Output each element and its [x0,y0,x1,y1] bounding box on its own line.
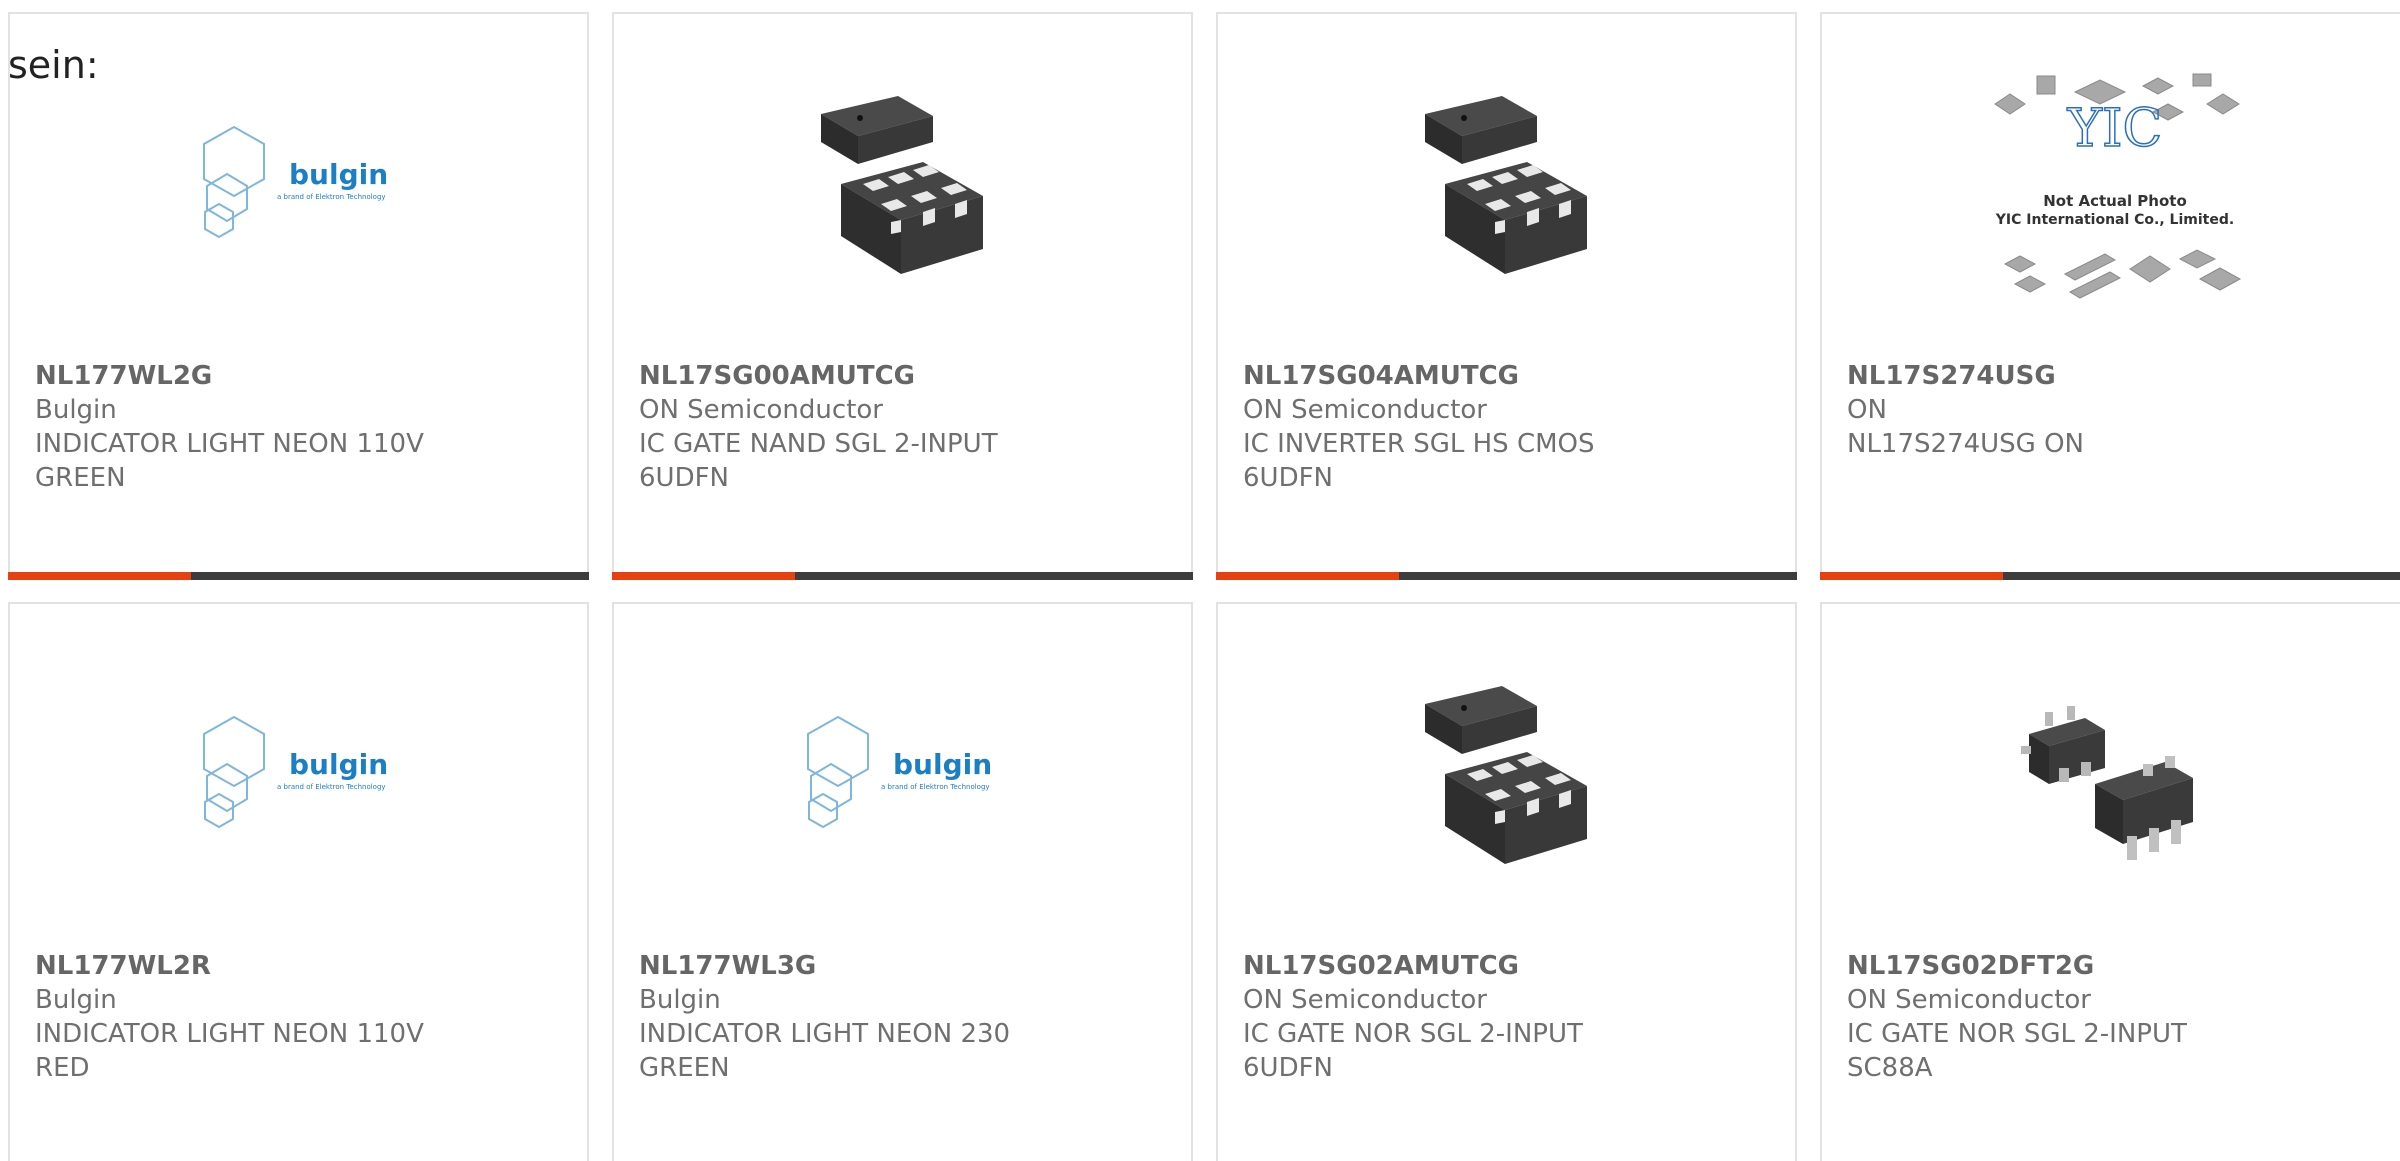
manufacturer: ON Semiconductor [1243,985,1487,1015]
manufacturer: ON Semiconductor [639,395,883,425]
product-card[interactable]: bulgin a brand of Elektron Technology NL… [8,602,589,1161]
product-card[interactable]: bulgin a brand of Elektron Technology NL… [8,12,589,580]
card-bar [1216,572,1797,580]
product-image[interactable]: bulgin a brand of Elektron Technology [10,74,587,294]
udfn-chip-icon [1424,686,1587,864]
card-bar [8,572,589,580]
description: IC GATE NOR SGL 2-INPUT [1243,1019,1583,1049]
product-card[interactable]: NL17SG04AMUTCG ON Semiconductor IC INVER… [1216,12,1797,580]
product-image[interactable]: bulgin a brand of Elektron Technology [614,664,1191,884]
placeholder-line2: YIC International Co., Limited. [1995,212,2234,228]
card-bar-accent [612,572,795,580]
description: 6UDFN [639,463,729,493]
part-number[interactable]: NL17SG04AMUTCG [1243,359,1775,393]
svg-text:YIC: YIC [2067,99,2163,159]
card-bar [612,572,1193,580]
description: IC GATE NOR SGL 2-INPUT [1847,1019,2187,1049]
manufacturer: ON Semiconductor [1847,985,2091,1015]
product-image[interactable] [1218,74,1795,294]
product-image[interactable] [614,74,1191,294]
part-number[interactable]: NL17SG00AMUTCG [639,359,1171,393]
part-number[interactable]: NL177WL2G [35,359,567,393]
udfn-chip-icon [820,96,983,274]
part-number[interactable]: NL17S274USG [1847,359,2388,393]
bulgin-logo-icon: bulgin a brand of Elektron Technology [202,125,388,239]
logo-text: bulgin [289,748,388,781]
description: 6UDFN [1243,463,1333,493]
description: IC INVERTER SGL HS CMOS [1243,429,1595,459]
product-card[interactable]: YIC Not Actual Photo YIC International C… [1820,12,2400,580]
card-bar-accent [1216,572,1399,580]
logo-text: bulgin [289,158,388,191]
product-card[interactable]: NL17SG02DFT2G ON Semiconductor IC GATE N… [1820,602,2400,1161]
manufacturer: Bulgin [35,985,117,1015]
description: INDICATOR LIGHT NEON 110V [35,429,424,459]
product-card[interactable]: NL17SG00AMUTCG ON Semiconductor IC GATE … [612,12,1193,580]
product-image[interactable]: YIC Not Actual Photo YIC International C… [1822,73,2400,299]
description: INDICATOR LIGHT NEON 110V [35,1019,424,1049]
part-number[interactable]: NL177WL2R [35,949,567,983]
part-number[interactable]: NL177WL3G [639,949,1171,983]
manufacturer: Bulgin [639,985,721,1015]
card-bar-accent [8,572,191,580]
part-number[interactable]: NL17SG02AMUTCG [1243,949,1775,983]
placeholder-line1: Not Actual Photo [2043,192,2187,210]
manufacturer: ON [1847,395,1887,425]
description: NL17S274USG ON [1847,429,2085,459]
product-image[interactable]: bulgin a brand of Elektron Technology [10,664,587,884]
card-bar [1820,572,2400,580]
manufacturer: Bulgin [35,395,117,425]
description: RED [35,1053,90,1083]
product-card[interactable]: NL17SG02AMUTCG ON Semiconductor IC GATE … [1216,602,1797,1161]
product-grid-page: sein: bulgin a brand of Elektron Technol… [0,0,2400,1161]
description: IC GATE NAND SGL 2-INPUT [639,429,998,459]
bulgin-logo-icon: bulgin a brand of Elektron Technology [806,715,992,829]
logo-text: bulgin [893,748,992,781]
udfn-chip-icon [1424,96,1587,274]
logo-subtext: a brand of Elektron Technology [277,783,386,791]
description: 6UDFN [1243,1053,1333,1083]
description: GREEN [35,463,126,493]
part-number[interactable]: NL17SG02DFT2G [1847,949,2388,983]
logo-subtext: a brand of Elektron Technology [881,783,990,791]
logo-subtext: a brand of Elektron Technology [277,193,386,201]
not-actual-photo-icon: YIC Not Actual Photo YIC International C… [1994,73,2242,299]
description: GREEN [639,1053,730,1083]
description: INDICATOR LIGHT NEON 230 [639,1019,1011,1049]
manufacturer: ON Semiconductor [1243,395,1487,425]
sc88a-chip-icon [2021,706,2193,860]
product-card[interactable]: bulgin a brand of Elektron Technology NL… [612,602,1193,1161]
bulgin-logo-icon: bulgin a brand of Elektron Technology [202,715,388,829]
intro-text: sein: [8,43,99,87]
product-image[interactable] [1218,664,1795,884]
card-bar-accent [1820,572,2003,580]
product-image[interactable] [1822,664,2400,884]
description: SC88A [1847,1053,1933,1083]
